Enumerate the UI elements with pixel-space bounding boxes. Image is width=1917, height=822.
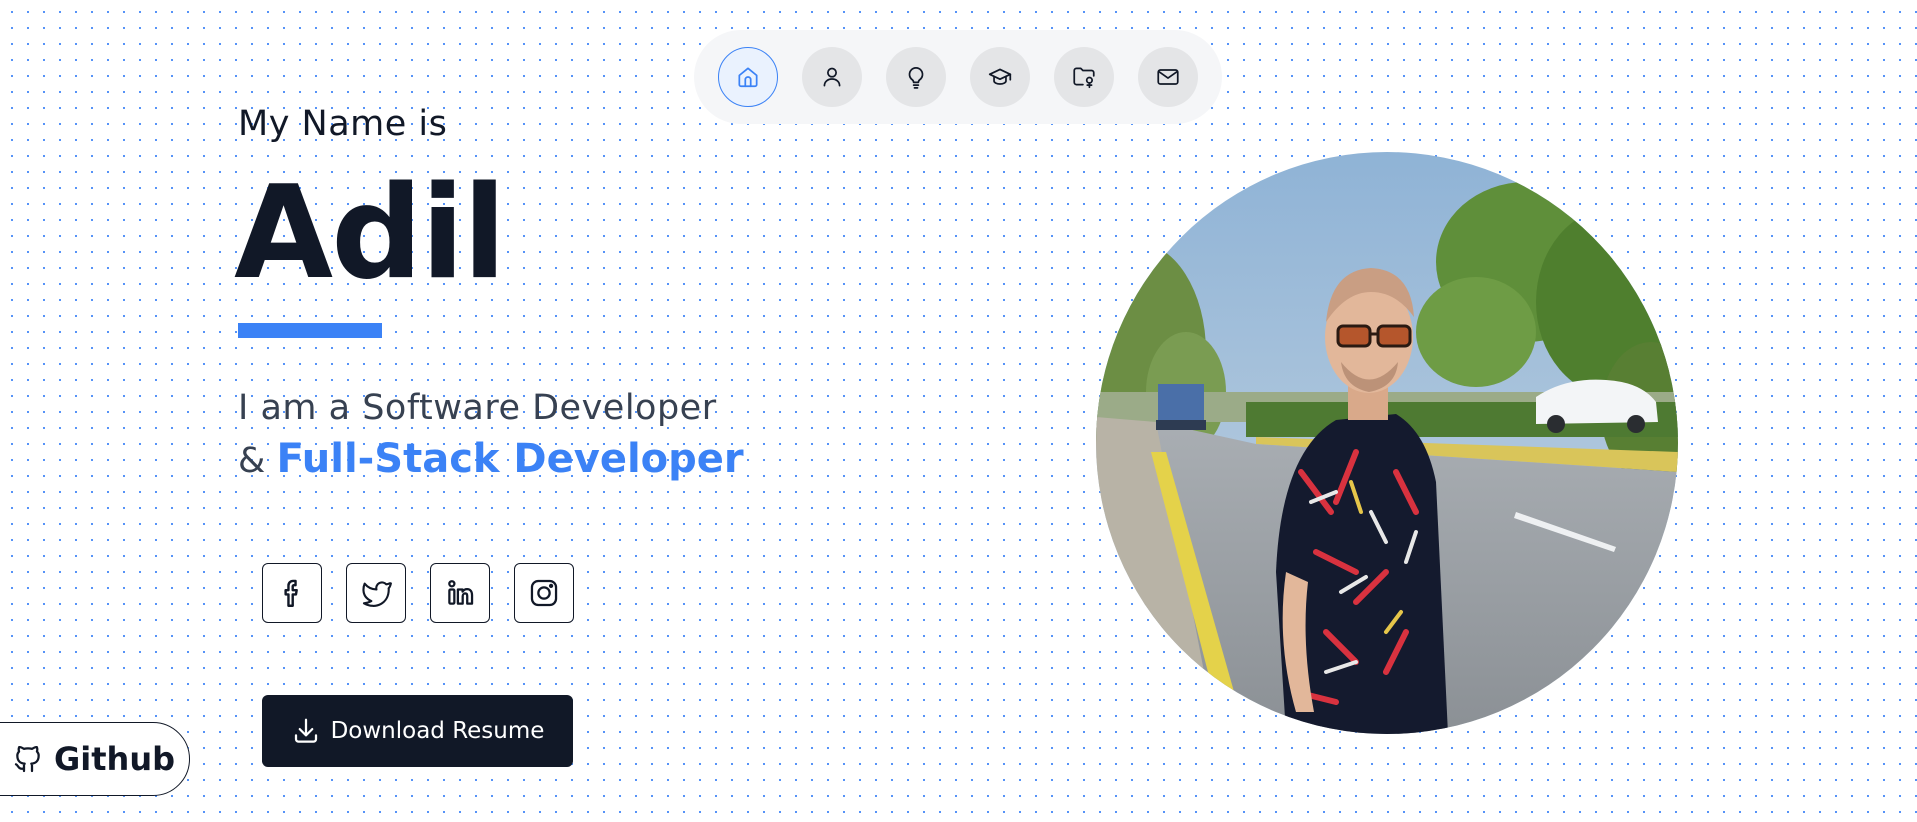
download-resume-label: Download Resume	[330, 718, 545, 744]
tagline-line-1: I am a Software Developer	[238, 388, 717, 428]
facebook-icon	[284, 579, 298, 607]
graduation-cap-icon	[988, 68, 1012, 85]
profile-photo-illustration	[1096, 152, 1678, 734]
github-label: Github	[54, 740, 175, 778]
instagram-icon	[530, 579, 558, 607]
github-icon	[14, 745, 40, 773]
social-links	[262, 563, 574, 623]
twitter-icon	[362, 581, 392, 607]
linkedin-icon	[448, 580, 474, 605]
download-icon	[294, 718, 317, 743]
tagline-prefix: &	[238, 441, 266, 481]
nav-home-button[interactable]	[718, 47, 778, 107]
download-resume-button[interactable]: Download Resume	[262, 695, 573, 767]
facebook-link[interactable]	[262, 563, 322, 623]
mail-icon	[1157, 69, 1179, 85]
twitter-link[interactable]	[346, 563, 406, 623]
lightbulb-icon	[908, 67, 924, 89]
name-underline	[238, 323, 382, 338]
instagram-link[interactable]	[514, 563, 574, 623]
intro-text: My Name is	[238, 104, 448, 144]
tagline-highlight: Full-Stack Developer	[276, 436, 744, 482]
user-icon	[823, 67, 841, 87]
nav-education-button[interactable]	[970, 47, 1030, 107]
top-navigation	[694, 30, 1222, 124]
nav-about-button[interactable]	[802, 47, 862, 107]
nav-contact-button[interactable]	[1138, 47, 1198, 107]
nav-skills-button[interactable]	[886, 47, 946, 107]
linkedin-link[interactable]	[430, 563, 490, 623]
github-button[interactable]: Github	[0, 722, 190, 796]
home-icon	[738, 67, 758, 88]
profile-photo	[1096, 152, 1678, 734]
hero-name: Adil	[234, 159, 506, 308]
nav-projects-button[interactable]	[1054, 47, 1114, 107]
folder-code-icon	[1073, 67, 1095, 89]
tagline-line-2: & Full-Stack Developer	[238, 436, 744, 482]
